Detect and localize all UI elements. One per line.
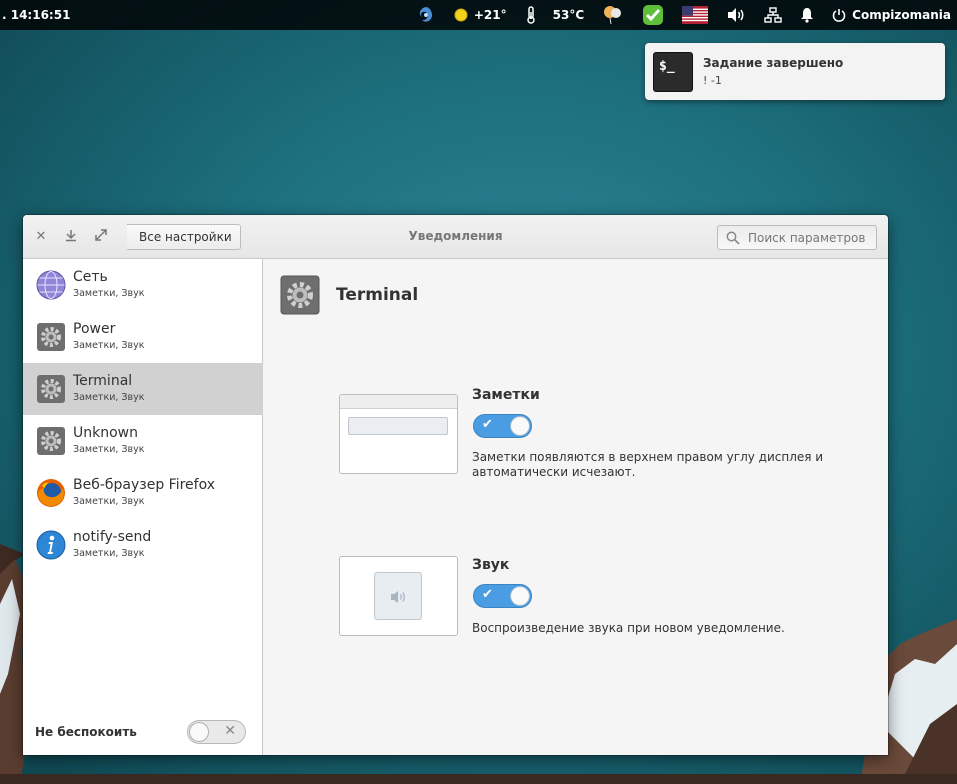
- gear-icon: [37, 427, 65, 455]
- bubbles-description: Заметки появляются в верхнем правом углу…: [472, 450, 824, 479]
- sun-icon: [454, 8, 468, 22]
- sidebar-item-label: notify-send: [73, 529, 152, 545]
- sidebar-item-sub: Заметки, Звук: [73, 392, 145, 403]
- sound-description: Воспроизведение звука при новом уведомле…: [472, 621, 785, 635]
- toggle-knob: [189, 722, 209, 742]
- sound-toggle[interactable]: ✔: [473, 584, 532, 608]
- check-icon: ✔: [482, 587, 493, 602]
- cpu-temp: 53°C: [552, 8, 585, 22]
- firefox-icon: [37, 479, 65, 507]
- weather-temp: +21°: [473, 8, 507, 22]
- checkmark-app-icon: [643, 5, 664, 25]
- toggle-knob: [510, 586, 530, 606]
- sidebar-item-sub: Заметки, Звук: [73, 340, 145, 351]
- sidebar-item-label: Power: [73, 321, 116, 337]
- user-name: Compizomania: [852, 8, 951, 22]
- thermometer-icon: [526, 6, 535, 24]
- sidebar-item-terminal[interactable]: Terminal Заметки, Звук: [23, 363, 263, 415]
- system-tray: +21° 53°C Compizomania: [398, 0, 951, 30]
- sidebar-item-sub: Заметки, Звук: [73, 288, 145, 299]
- bubbles-preview: [339, 394, 458, 474]
- sidebar-item-notify-send[interactable]: notify-send Заметки, Звук: [23, 519, 263, 571]
- sidebar-item-firefox[interactable]: Веб-браузер Firefox Заметки, Звук: [23, 467, 263, 519]
- app-list-sidebar: Сеть Заметки, Звук Power Заметки, Звук T…: [23, 259, 263, 755]
- top-panel: . 14:16:51 +21° 53°C Compizomania: [0, 0, 957, 30]
- us-flag-icon: [682, 6, 709, 24]
- notification-bubble[interactable]: $_ Задание завершено ! -1: [645, 43, 945, 100]
- sidebar-item-label: Веб-браузер Firefox: [73, 477, 216, 493]
- gear-icon: [37, 375, 65, 403]
- notification-body: ! -1: [703, 74, 722, 87]
- tray-notifications[interactable]: [800, 0, 814, 30]
- sound-title: Звук: [472, 557, 510, 573]
- gear-icon: [280, 275, 320, 315]
- sidebar-item-label: Unknown: [73, 425, 138, 441]
- swirl-app-icon: [419, 7, 432, 22]
- bubbles-toggle[interactable]: ✔: [473, 414, 532, 438]
- network-globe-icon: [36, 270, 66, 300]
- sidebar-item-sub: Заметки, Звук: [73, 496, 145, 507]
- sidebar-item-sub: Заметки, Звук: [73, 548, 145, 559]
- tray-weather-app[interactable]: [416, 0, 436, 30]
- sidebar-item-sub: Заметки, Звук: [73, 444, 145, 455]
- sidebar-item-network[interactable]: Сеть Заметки, Звук: [23, 259, 263, 311]
- search-placeholder: Поиск параметров: [748, 231, 866, 245]
- volume-icon: [728, 8, 744, 22]
- gear-icon: [37, 323, 65, 351]
- panel-clock[interactable]: . 14:16:51: [2, 8, 70, 22]
- sidebar-item-unknown[interactable]: Unknown Заметки, Звук: [23, 415, 263, 467]
- app-title: Terminal: [336, 285, 419, 305]
- titlebar: ✕ Все настройки Уведомления Поиск параме…: [23, 215, 888, 259]
- tray-network[interactable]: [764, 0, 782, 30]
- tray-weather[interactable]: +21°: [454, 0, 507, 30]
- check-icon: ✔: [482, 417, 493, 432]
- bell-icon: [801, 8, 814, 23]
- do-not-disturb-toggle[interactable]: ✕: [187, 720, 246, 744]
- tray-volume[interactable]: [726, 0, 746, 30]
- search-input[interactable]: Поиск параметров: [717, 225, 877, 250]
- settings-window: ✕ Все настройки Уведомления Поиск параме…: [23, 215, 888, 755]
- sidebar-item-label: Сеть: [73, 269, 108, 285]
- x-icon: ✕: [224, 723, 236, 739]
- tray-session[interactable]: Compizomania: [832, 0, 951, 30]
- balloons-icon: [604, 6, 622, 25]
- tray-cpu-temp[interactable]: 53°C: [525, 0, 585, 30]
- power-icon: [832, 9, 846, 22]
- app-settings-panel: Terminal Заметки ✔ Заметки появляются в …: [264, 259, 888, 755]
- tray-keyboard-layout[interactable]: [682, 0, 709, 30]
- tray-balloons[interactable]: [602, 0, 624, 30]
- toggle-knob: [510, 416, 530, 436]
- do-not-disturb-label: Не беспокоить: [35, 725, 137, 739]
- notification-title: Задание завершено: [703, 56, 844, 70]
- bubbles-title: Заметки: [472, 387, 540, 403]
- info-icon: [36, 530, 66, 560]
- sidebar-item-label: Terminal: [73, 373, 133, 389]
- network-icon: [764, 7, 782, 23]
- sidebar-item-power[interactable]: Power Заметки, Звук: [23, 311, 263, 363]
- speaker-icon: [391, 591, 405, 603]
- search-icon: [726, 231, 740, 245]
- sound-preview: [339, 556, 458, 636]
- tray-updates[interactable]: [642, 0, 664, 30]
- terminal-icon: $_: [653, 52, 693, 92]
